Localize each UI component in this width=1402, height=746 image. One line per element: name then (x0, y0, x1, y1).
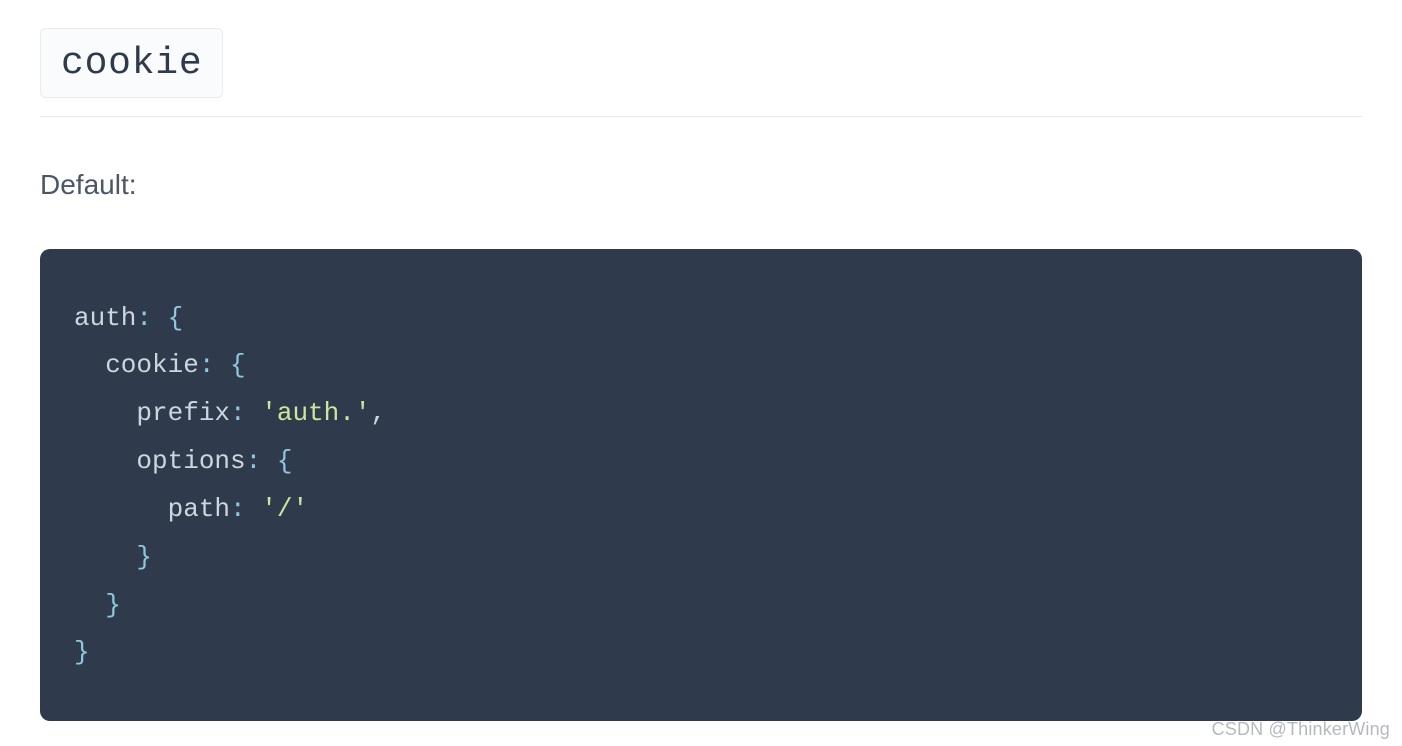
code-token: options (74, 446, 246, 476)
code-token: { (168, 303, 184, 333)
code-token: cookie (74, 350, 199, 380)
code-token: : (136, 303, 167, 333)
code-token: prefix (74, 398, 230, 428)
code-token: { (230, 350, 246, 380)
code-token: : (230, 398, 261, 428)
horizontal-rule (40, 116, 1362, 117)
code-token: 'auth.' (261, 398, 370, 428)
code-token: } (74, 590, 121, 620)
code-block[interactable]: auth: { cookie: { prefix: 'auth.', optio… (40, 249, 1362, 722)
watermark: CSDN @ThinkerWing (1212, 719, 1390, 740)
section-title-chip: cookie (40, 28, 223, 98)
code-token: } (74, 637, 90, 667)
code-token: } (74, 542, 152, 572)
code-token: auth (74, 303, 136, 333)
section-title-text: cookie (61, 42, 202, 85)
code-token: { (277, 446, 293, 476)
code-token: : (230, 494, 261, 524)
document-root: cookie Default: auth: { cookie: { prefix… (0, 0, 1402, 741)
code-token: '/' (261, 494, 308, 524)
code-token: , (370, 398, 386, 428)
code-token: : (246, 446, 277, 476)
code-token: path (74, 494, 230, 524)
code-token: : (199, 350, 230, 380)
default-label: Default: (40, 169, 1362, 201)
